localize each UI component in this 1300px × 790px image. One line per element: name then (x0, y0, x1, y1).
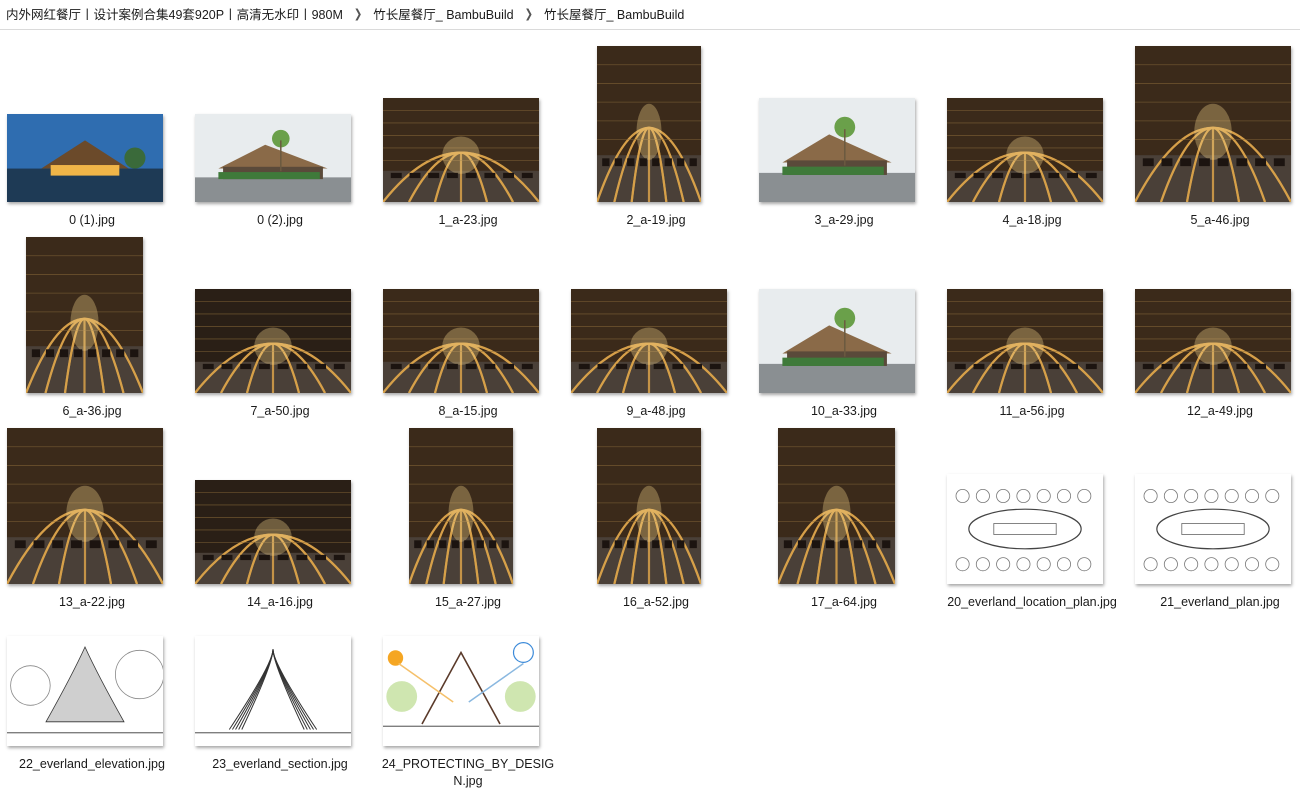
file-thumbnail[interactable] (571, 289, 727, 393)
file-name: 1_a-23.jpg (438, 213, 498, 227)
file-name: 0 (2).jpg (257, 213, 303, 227)
file-thumbnail[interactable] (947, 289, 1103, 393)
file-name: 14_a-16.jpg (246, 595, 314, 609)
file-thumbnail[interactable] (195, 289, 351, 393)
file-thumbnail[interactable] (759, 289, 915, 393)
file-thumbnail[interactable] (947, 98, 1103, 202)
file-thumbnail[interactable] (195, 636, 351, 746)
file-thumbnail[interactable] (1135, 289, 1291, 393)
file-name: 22_everland_elevation.jpg (19, 757, 165, 771)
file-thumbnail[interactable] (7, 428, 163, 584)
file-thumbnail[interactable] (26, 237, 143, 393)
file-name: 11_a-56.jpg (999, 404, 1065, 418)
file-name: 2_a-19.jpg (626, 213, 686, 227)
file-thumbnail[interactable] (383, 98, 539, 202)
chevron-right-icon[interactable]: ❯ (349, 8, 367, 21)
file-thumbnail[interactable] (7, 636, 163, 746)
file-thumbnail[interactable] (778, 428, 895, 584)
breadcrumb-root[interactable]: 内外网红餐厅丨设计案例合集49套920P丨高清无水印丨980M (0, 4, 349, 26)
file-name: 9_a-48.jpg (626, 404, 686, 418)
file-name: 21_everland_plan.jpg (1160, 595, 1280, 609)
file-name: 20_everland_location_plan.jpg (947, 595, 1117, 609)
file-name: 17_a-64.jpg (810, 595, 878, 609)
file-name: 13_a-22.jpg (58, 595, 126, 609)
file-thumbnail[interactable] (383, 289, 539, 393)
file-name: 12_a-49.jpg (1186, 404, 1254, 418)
file-name: 3_a-29.jpg (814, 213, 874, 227)
breadcrumb-current[interactable]: 竹长屋餐厅_ BambuBuild (538, 4, 690, 26)
chevron-right-icon[interactable]: ❯ (520, 8, 538, 21)
file-name: 16_a-52.jpg (622, 595, 690, 609)
file-thumbnail[interactable] (1135, 474, 1291, 584)
address-bar: 内外网红餐厅丨设计案例合集49套920P丨高清无水印丨980M ❯ 竹长屋餐厅_… (0, 0, 1300, 30)
file-thumbnail[interactable] (7, 114, 163, 202)
file-thumbnail[interactable] (409, 428, 513, 584)
file-name: 4_a-18.jpg (1002, 213, 1062, 227)
file-grid: 0 (1).jpg 0 (2).jpg 1_a-23.jpg 2_a-19.jpg 3_… (0, 30, 1300, 788)
file-thumbnail[interactable] (597, 46, 701, 202)
file-thumbnail[interactable] (597, 428, 701, 584)
file-name: 6_a-36.jpg (62, 404, 122, 418)
file-thumbnail[interactable] (759, 98, 915, 202)
file-name: 24_PROTECTING_BY_DESIGN.jpg (381, 757, 555, 788)
file-thumbnail[interactable] (195, 114, 351, 202)
file-name: 0 (1).jpg (69, 213, 115, 227)
file-name: 8_a-15.jpg (438, 404, 498, 418)
file-thumbnail[interactable] (383, 636, 539, 746)
breadcrumb-folder[interactable]: 竹长屋餐厅_ BambuBuild (367, 4, 519, 26)
file-name: 10_a-33.jpg (810, 404, 878, 418)
file-thumbnail[interactable] (195, 480, 351, 584)
file-thumbnail[interactable] (1135, 46, 1291, 202)
file-name: 23_everland_section.jpg (212, 757, 348, 771)
file-name: 7_a-50.jpg (250, 404, 310, 418)
file-name: 5_a-46.jpg (1190, 213, 1250, 227)
file-thumbnail[interactable] (947, 474, 1103, 584)
file-name: 15_a-27.jpg (434, 595, 502, 609)
